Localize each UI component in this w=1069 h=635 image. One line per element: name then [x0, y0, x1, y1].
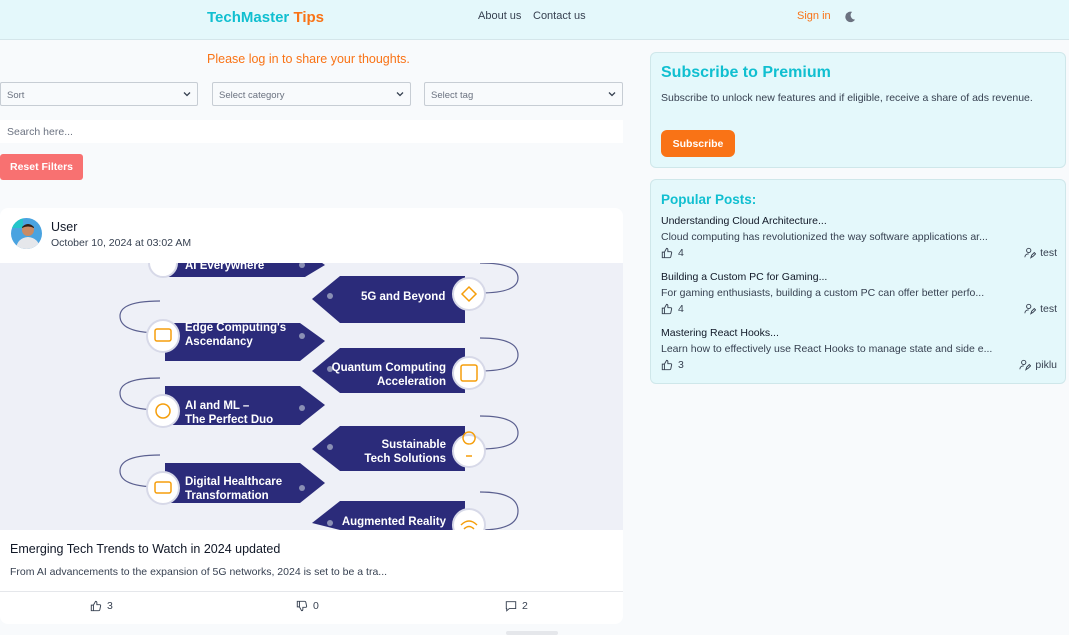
post-image[interactable]: AI Everywhere 5G and Beyond Edge Computi…: [0, 263, 623, 530]
popular-post-excerpt: Cloud computing has revolutionized the w…: [661, 231, 988, 243]
tag-select-value: Select tag: [431, 90, 474, 101]
popular-post-title[interactable]: Mastering React Hooks...: [661, 327, 1057, 343]
infographic-label: AI Everywhere: [185, 263, 264, 272]
search-input[interactable]: [0, 120, 623, 143]
popular-post-like-count: 4: [678, 247, 684, 259]
popular-post-meta: 3 piklu: [661, 359, 1057, 375]
popular-post-meta: 4 test: [661, 247, 1057, 263]
dislike-count: 0: [313, 600, 319, 612]
post-author[interactable]: User: [51, 220, 77, 234]
popular-post-item[interactable]: Understanding Cloud Architecture... Clou…: [661, 215, 1057, 263]
tech-trends-infographic: AI Everywhere 5G and Beyond Edge Computi…: [0, 263, 623, 530]
reset-filters-button[interactable]: Reset Filters: [0, 154, 83, 180]
post-title[interactable]: Emerging Tech Trends to Watch in 2024 up…: [10, 542, 280, 556]
avatar[interactable]: [11, 218, 42, 249]
thumbs-up-icon: [661, 247, 673, 259]
like-count: 3: [107, 600, 113, 612]
thumbs-up-icon: [661, 303, 673, 315]
post-excerpt: From AI advancements to the expansion of…: [10, 566, 388, 578]
scroll-indicator[interactable]: [506, 631, 558, 635]
infographic-label: 5G and Beyond: [361, 291, 445, 303]
sign-in-link[interactable]: Sign in: [797, 10, 831, 22]
logo-primary-text: TechMaster: [207, 9, 290, 26]
premium-description: Subscribe to unlock new features and if …: [661, 92, 1033, 104]
comment-button[interactable]: 2: [505, 600, 528, 612]
tag-select[interactable]: Select tag: [424, 82, 623, 106]
popular-post-excerpt: For gaming enthusiasts, building a custo…: [661, 287, 985, 299]
popular-post-author[interactable]: test: [1024, 247, 1057, 259]
thumbs-down-icon: [296, 600, 308, 612]
infographic-label: Digital Healthcare: [185, 476, 282, 488]
nav-about-link[interactable]: About us: [478, 10, 521, 22]
popular-post-author-name: piklu: [1035, 359, 1057, 371]
dislike-button[interactable]: 0: [296, 600, 319, 612]
card-divider: [0, 591, 623, 592]
popular-post-likes: 4: [661, 303, 684, 315]
like-button[interactable]: 3: [90, 600, 113, 612]
top-navbar: TechMaster Tips About us Contact us Sign…: [0, 0, 1069, 40]
popular-post-likes: 4: [661, 247, 684, 259]
infographic-label: AI and ML –: [185, 400, 250, 412]
user-edit-icon: [1019, 359, 1032, 371]
moon-icon[interactable]: [843, 10, 857, 24]
premium-title: Subscribe to Premium: [661, 64, 831, 81]
infographic-label: Sustainable: [381, 439, 446, 451]
login-prompt: Please log in to share your thoughts.: [207, 52, 410, 66]
user-edit-icon: [1024, 247, 1037, 259]
popular-post-likes: 3: [661, 359, 684, 371]
chevron-down-icon: [183, 92, 191, 97]
subscribe-button[interactable]: Subscribe: [661, 130, 735, 157]
category-select[interactable]: Select category: [212, 82, 411, 106]
site-logo[interactable]: TechMaster Tips: [207, 9, 324, 26]
popular-post-like-count: 3: [678, 359, 684, 371]
infographic-label: Acceleration: [377, 376, 446, 388]
infographic-label: Ascendancy: [185, 336, 253, 348]
popular-post-title[interactable]: Building a Custom PC for Gaming...: [661, 271, 1057, 287]
popular-post-item[interactable]: Building a Custom PC for Gaming... For g…: [661, 271, 1057, 319]
popular-post-excerpt: Learn how to effectively use React Hooks…: [661, 343, 993, 355]
popular-post-author-name: test: [1040, 247, 1057, 259]
sort-select-value: Sort: [7, 90, 25, 101]
chevron-down-icon: [608, 92, 616, 97]
infographic-label: Transformation: [185, 490, 269, 502]
thumbs-up-icon: [661, 359, 673, 371]
popular-post-like-count: 4: [678, 303, 684, 315]
popular-post-item[interactable]: Mastering React Hooks... Learn how to ef…: [661, 327, 1057, 375]
comment-count: 2: [522, 600, 528, 612]
nav-contact-link[interactable]: Contact us: [533, 10, 586, 22]
infographic-label: Tech Solutions: [364, 453, 446, 465]
logo-secondary-text: Tips: [293, 9, 325, 26]
chevron-down-icon: [396, 92, 404, 97]
comment-icon: [505, 601, 517, 612]
popular-post-author-name: test: [1040, 303, 1057, 315]
user-edit-icon: [1024, 303, 1037, 315]
post-date: October 10, 2024 at 03:02 AM: [51, 237, 192, 249]
popular-post-title[interactable]: Understanding Cloud Architecture...: [661, 215, 1057, 231]
popular-post-meta: 4 test: [661, 303, 1057, 319]
popular-post-author[interactable]: piklu: [1019, 359, 1057, 371]
popular-posts-title: Popular Posts:: [661, 192, 757, 207]
sort-select[interactable]: Sort: [0, 82, 198, 106]
popular-post-author[interactable]: test: [1024, 303, 1057, 315]
category-select-value: Select category: [219, 90, 285, 101]
infographic-label: The Perfect Duo: [185, 414, 273, 426]
infographic-label: Edge Computing's: [185, 322, 286, 334]
infographic-label: Quantum Computing: [332, 362, 446, 374]
infographic-label: Augmented Reality: [342, 516, 447, 528]
thumbs-up-icon: [90, 600, 102, 612]
